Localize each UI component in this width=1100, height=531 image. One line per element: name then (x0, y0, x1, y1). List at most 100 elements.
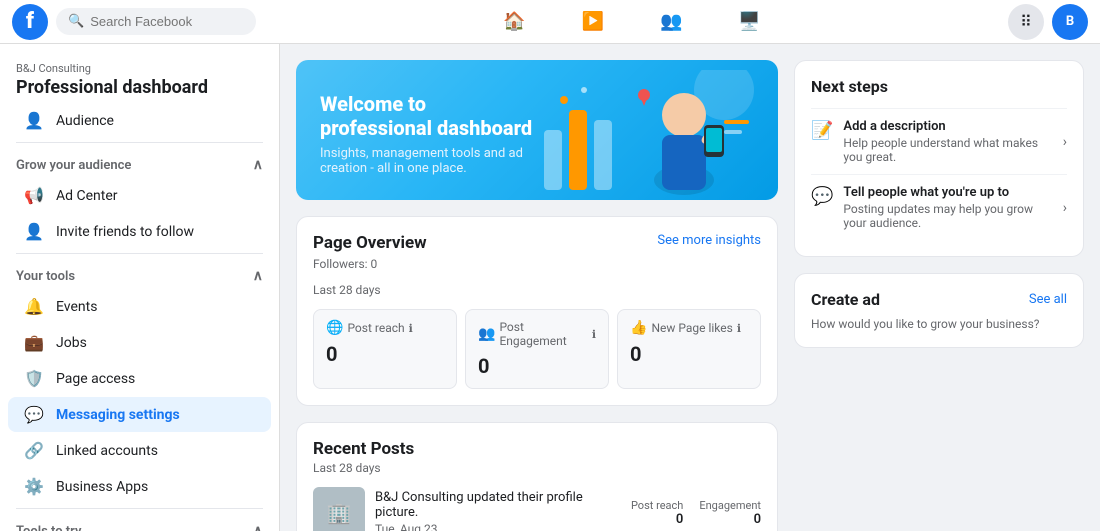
shield-icon: 🛡️ (24, 369, 44, 388)
info-icon[interactable]: ℹ (592, 328, 596, 341)
messaging-icon: 💬 (24, 405, 44, 424)
tools-try-chevron-icon[interactable]: ∧ (253, 523, 263, 531)
sidebar-header: B&J Consulting Professional dashboard (0, 52, 279, 102)
next-step-tell-people[interactable]: 💬 Tell people what you're up to Posting … (811, 174, 1067, 240)
create-ad-header: Create ad See all (811, 290, 1067, 309)
sidebar-item-label: Jobs (56, 335, 87, 351)
sidebar-divider (16, 142, 263, 143)
user-avatar[interactable]: B (1052, 4, 1088, 40)
next-step-subtitle: Posting updates may help you grow your a… (843, 202, 1052, 230)
next-step-title: Tell people what you're up to (843, 185, 1052, 200)
nav-center: 🏠 ▶️ 👥 🖥️ (264, 7, 1000, 36)
banner-subtitle: Insights, management tools and ad creati… (320, 146, 534, 176)
jobs-icon: 💼 (24, 333, 44, 352)
post-reach-value: 0 (631, 512, 683, 527)
metric-label: 👥 Post Engagement ℹ (478, 320, 596, 348)
post-engagement-value: 0 (699, 512, 761, 527)
main-right-panel: Next steps 📝 Add a description Help peop… (794, 60, 1084, 515)
post-reach-stat: Post reach 0 (631, 499, 683, 527)
marketplace-nav-button[interactable]: 🖥️ (726, 7, 772, 36)
metric-value: 0 (326, 342, 444, 366)
metric-value: 0 (630, 342, 748, 366)
sidebar-item-linked-accounts[interactable]: 🔗 Linked accounts (8, 433, 271, 468)
facebook-logo[interactable]: f (12, 4, 48, 40)
tools-chevron-icon[interactable]: ∧ (253, 268, 263, 284)
sidebar: B&J Consulting Professional dashboard 👤 … (0, 44, 280, 531)
metric-post-engagement: 👥 Post Engagement ℹ 0 (465, 309, 609, 389)
next-step-subtitle: Help people understand what makes you gr… (843, 136, 1052, 164)
metric-value: 0 (478, 354, 596, 378)
groups-nav-button[interactable]: 👥 (648, 7, 694, 36)
next-step-title: Add a description (843, 119, 1052, 134)
page-layout: B&J Consulting Professional dashboard 👤 … (0, 44, 1100, 531)
chevron-right-icon: › (1063, 134, 1067, 150)
recent-posts-card: Recent Posts Last 28 days 🏢 B&J Consulti… (296, 422, 778, 531)
apps-icon: ⚙️ (24, 477, 44, 496)
sidebar-item-audience[interactable]: 👤 Audience (8, 103, 271, 138)
next-steps-card: Next steps 📝 Add a description Help peop… (794, 60, 1084, 257)
sidebar-item-page-access[interactable]: 🛡️ Page access (8, 361, 271, 396)
your-tools-section: Your tools ∧ (0, 258, 279, 288)
sidebar-brand: B&J Consulting (16, 62, 263, 75)
likes-icon: 👍 (630, 320, 647, 336)
recent-posts-title: Recent Posts (313, 439, 761, 459)
see-more-insights-link[interactable]: See more insights (657, 233, 761, 248)
add-description-icon: 📝 (811, 120, 833, 141)
sidebar-item-label: Ad Center (56, 188, 118, 204)
info-icon[interactable]: ℹ (409, 322, 413, 335)
apps-grid-button[interactable]: ⠿ (1008, 4, 1044, 40)
post-date: Tue, Aug 23 (375, 522, 621, 531)
info-icon[interactable]: ℹ (737, 322, 741, 335)
sidebar-item-label: Messaging settings (56, 407, 180, 423)
sidebar-item-label: Page access (56, 371, 135, 387)
metric-label: 👍 New Page likes ℹ (630, 320, 748, 336)
search-bar[interactable]: 🔍 (56, 8, 256, 35)
tools-to-try-section: Tools to try ∧ (0, 513, 279, 531)
home-nav-button[interactable]: 🏠 (491, 7, 537, 36)
metric-label: 🌐 Post reach ℹ (326, 320, 444, 336)
chevron-right-icon: › (1063, 200, 1067, 216)
next-step-add-description[interactable]: 📝 Add a description Help people understa… (811, 108, 1067, 174)
create-ad-title: Create ad (811, 290, 880, 309)
recent-posts-period: Last 28 days (313, 461, 761, 475)
sidebar-item-messaging-settings[interactable]: 💬 Messaging settings (8, 397, 271, 432)
sidebar-item-label: Invite friends to follow (56, 224, 194, 240)
post-info: B&J Consulting updated their profile pic… (375, 490, 621, 531)
metric-new-page-likes: 👍 New Page likes ℹ 0 (617, 309, 761, 389)
main-content: Welcome to professional dashboard Insigh… (280, 44, 1100, 531)
post-engagement-label: Engagement (699, 499, 761, 512)
megaphone-icon: 📢 (24, 186, 44, 205)
sidebar-divider-3 (16, 508, 263, 509)
banner-title: Welcome to professional dashboard (320, 92, 534, 140)
page-overview-title: Page Overview (313, 233, 427, 253)
sidebar-item-events[interactable]: 🔔 Events (8, 289, 271, 324)
tell-people-icon: 💬 (811, 186, 833, 207)
video-nav-button[interactable]: ▶️ (570, 7, 616, 36)
sidebar-item-label: Linked accounts (56, 443, 158, 459)
grow-audience-section: Grow your audience ∧ (0, 147, 279, 177)
main-left-panel: Welcome to professional dashboard Insigh… (296, 60, 778, 515)
top-navigation: f 🔍 🏠 ▶️ 👥 🖥️ ⠿ B (0, 0, 1100, 44)
sidebar-divider-2 (16, 253, 263, 254)
next-steps-title: Next steps (811, 77, 1067, 96)
grow-chevron-icon[interactable]: ∧ (253, 157, 263, 173)
sidebar-item-label: Business Apps (56, 479, 148, 495)
search-icon: 🔍 (68, 14, 84, 29)
sidebar-title: Professional dashboard (16, 77, 263, 98)
sidebar-item-ad-center[interactable]: 📢 Ad Center (8, 178, 271, 213)
see-all-link[interactable]: See all (1029, 292, 1067, 307)
welcome-banner: Welcome to professional dashboard Insigh… (296, 60, 778, 200)
sidebar-item-invite-friends[interactable]: 👤 Invite friends to follow (8, 214, 271, 249)
metrics-container: 🌐 Post reach ℹ 0 👥 Post Engagement ℹ 0 (313, 309, 761, 389)
post-engagement-stat: Engagement 0 (699, 499, 761, 527)
post-reach-label: Post reach (631, 499, 683, 512)
sidebar-item-business-apps[interactable]: ⚙️ Business Apps (8, 469, 271, 504)
post-thumbnail: 🏢 (313, 487, 365, 531)
search-input[interactable] (90, 14, 244, 29)
post-stats: Post reach 0 Engagement 0 (631, 499, 761, 527)
engagement-icon: 👥 (478, 326, 495, 342)
post-text: B&J Consulting updated their profile pic… (375, 490, 621, 520)
page-overview-header: Page Overview See more insights (313, 233, 761, 253)
sidebar-item-jobs[interactable]: 💼 Jobs (8, 325, 271, 360)
sidebar-item-label: Events (56, 299, 97, 315)
